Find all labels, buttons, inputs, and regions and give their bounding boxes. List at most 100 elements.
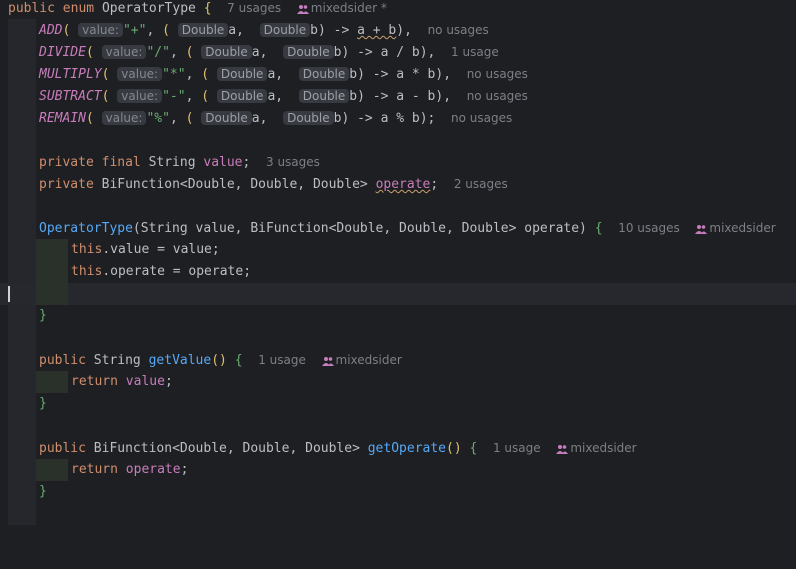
return-value[interactable]: operate [126,462,181,477]
code-line-enum-add[interactable]: ADD( value: "+", ( Double a, Double b) -> a… [0,19,796,41]
enum-constant[interactable]: MULTIPLY [39,67,102,82]
indent-guide [8,129,36,151]
author-name: mixedsider [570,441,637,455]
code-line-constructor-body[interactable]: this.operate = operate; [0,261,796,283]
code-line-enum-subtract[interactable]: SUBTRACT( value: "-", ( Double a, Double b)… [0,85,796,107]
enum-constant[interactable]: ADD [39,23,62,38]
indent-guide [8,41,36,63]
string-literal: "+" [122,23,147,38]
lambda-body: a / b [380,45,420,60]
usages-hint[interactable]: 7 usages [227,1,281,15]
lambda-body: a * b [396,67,436,82]
author-hint[interactable]: mixedsider [321,353,402,367]
enum-constant[interactable]: SUBTRACT [39,89,102,104]
code-line-getoperate[interactable]: public BiFunction<Double, Double, Double… [0,437,796,459]
author-name: mixedsider [709,221,776,235]
usages-hint[interactable]: no usages [467,89,528,103]
author-hint[interactable]: mixedsider [556,441,637,455]
code-line-return[interactable]: return operate; [0,459,796,481]
return-keyword: return [71,462,118,477]
enum-constant[interactable]: DIVIDE [39,45,86,60]
code-line-enum-multiply[interactable]: MULTIPLY( value: "*", ( Double a, Double b)… [0,63,796,85]
type-hint: Double [216,67,268,81]
field-type[interactable]: String [149,155,196,170]
field-type[interactable]: BiFunction<Double, Double, Double> [102,177,368,192]
code-line-blank[interactable] [0,503,796,525]
usages-hint[interactable]: 1 usage [493,441,541,455]
author-hint[interactable]: mixedsider * [296,1,387,15]
lambda-body: a - b [396,89,436,104]
author-hint[interactable]: mixedsider [695,221,776,235]
code-line-field-operate[interactable]: private BiFunction<Double, Double, Doubl… [0,173,796,195]
indent-guide [8,459,36,481]
usages-hint[interactable]: 10 usages [618,221,680,235]
code-line-enum-header[interactable]: public enum OperatorType { 7 usages mixe… [0,0,796,19]
return-type[interactable]: String [94,353,141,368]
constructor-name[interactable]: OperatorType [39,221,133,236]
method-name[interactable]: getOperate [368,441,446,456]
code-line-current[interactable] [0,283,796,305]
code-line-enum-divide[interactable]: DIVIDE( value: "/", ( Double a, Double b) -… [0,41,796,63]
code-line-blank[interactable] [0,415,796,437]
code-editor[interactable]: public enum OperatorType { 7 usages mixe… [0,0,796,525]
indent-guide [8,217,36,239]
field-name[interactable]: value [203,155,242,170]
code-line-constructor-body[interactable]: this.value = value; [0,239,796,261]
usages-hint[interactable]: no usages [428,23,489,37]
code-line-blank[interactable] [0,327,796,349]
code-line-close-brace[interactable]: } [0,481,796,503]
type-hint: Double [298,89,350,103]
type-hint: Double [201,45,252,59]
brace: } [39,484,47,499]
enum-constant[interactable]: REMAIN [39,111,86,126]
modifiers: private final [39,155,141,170]
return-type[interactable]: BiFunction<Double, Double, Double> [94,441,360,456]
type-hint: Double [283,45,334,59]
indent-guide [8,393,36,415]
code-line-close-brace[interactable]: } [0,393,796,415]
keyword: enum [62,1,95,16]
usages-hint[interactable]: 3 usages [266,155,320,169]
indent-guide [8,85,36,107]
param-hint: value: [101,45,147,59]
indent-guide [8,63,36,85]
code-line-close-brace[interactable]: } [0,305,796,327]
modifiers: public [39,353,86,368]
user-group-icon [695,224,708,234]
brace: } [39,396,47,411]
field-name[interactable]: operate [376,177,431,192]
code-line-blank[interactable] [0,195,796,217]
brace: { [203,1,212,16]
code-line-enum-remain[interactable]: REMAIN( value: "%", ( Double a, Double b) -… [0,107,796,129]
indent-guide [36,283,68,305]
usages-hint[interactable]: no usages [451,111,512,125]
enum-name[interactable]: OperatorType [102,1,196,16]
brace: } [39,308,47,323]
string-literal: "*" [162,67,186,82]
string-literal: "%" [146,111,170,126]
lambda-body: a + b [357,23,397,38]
indent-guide [8,173,36,195]
user-group-icon [296,4,309,14]
code-line-field-value[interactable]: private final String value; 3 usages [0,151,796,173]
return-keyword: return [71,374,118,389]
lambda-body: a % b [380,111,420,126]
indent-guide [8,305,36,327]
usages-hint[interactable]: 1 usage [451,45,499,59]
usages-hint[interactable]: 1 usage [258,353,306,367]
indent-guide [8,195,36,217]
indent-guide [8,107,36,129]
indent-guide [8,371,36,393]
usages-hint[interactable]: 2 usages [454,177,508,191]
assignment: .operate = operate; [102,264,252,279]
code-line-constructor[interactable]: OperatorType(String value, BiFunction<Do… [0,217,796,239]
indent-guide [8,437,36,459]
code-line-return[interactable]: return value; [0,371,796,393]
keyword: public [8,1,55,16]
param-hint: value: [101,111,147,125]
code-line-blank[interactable] [0,129,796,151]
usages-hint[interactable]: no usages [467,67,528,81]
return-value[interactable]: value [126,374,165,389]
code-line-getvalue[interactable]: public String getValue() { 1 usage mixed… [0,349,796,371]
method-name[interactable]: getValue [149,353,212,368]
